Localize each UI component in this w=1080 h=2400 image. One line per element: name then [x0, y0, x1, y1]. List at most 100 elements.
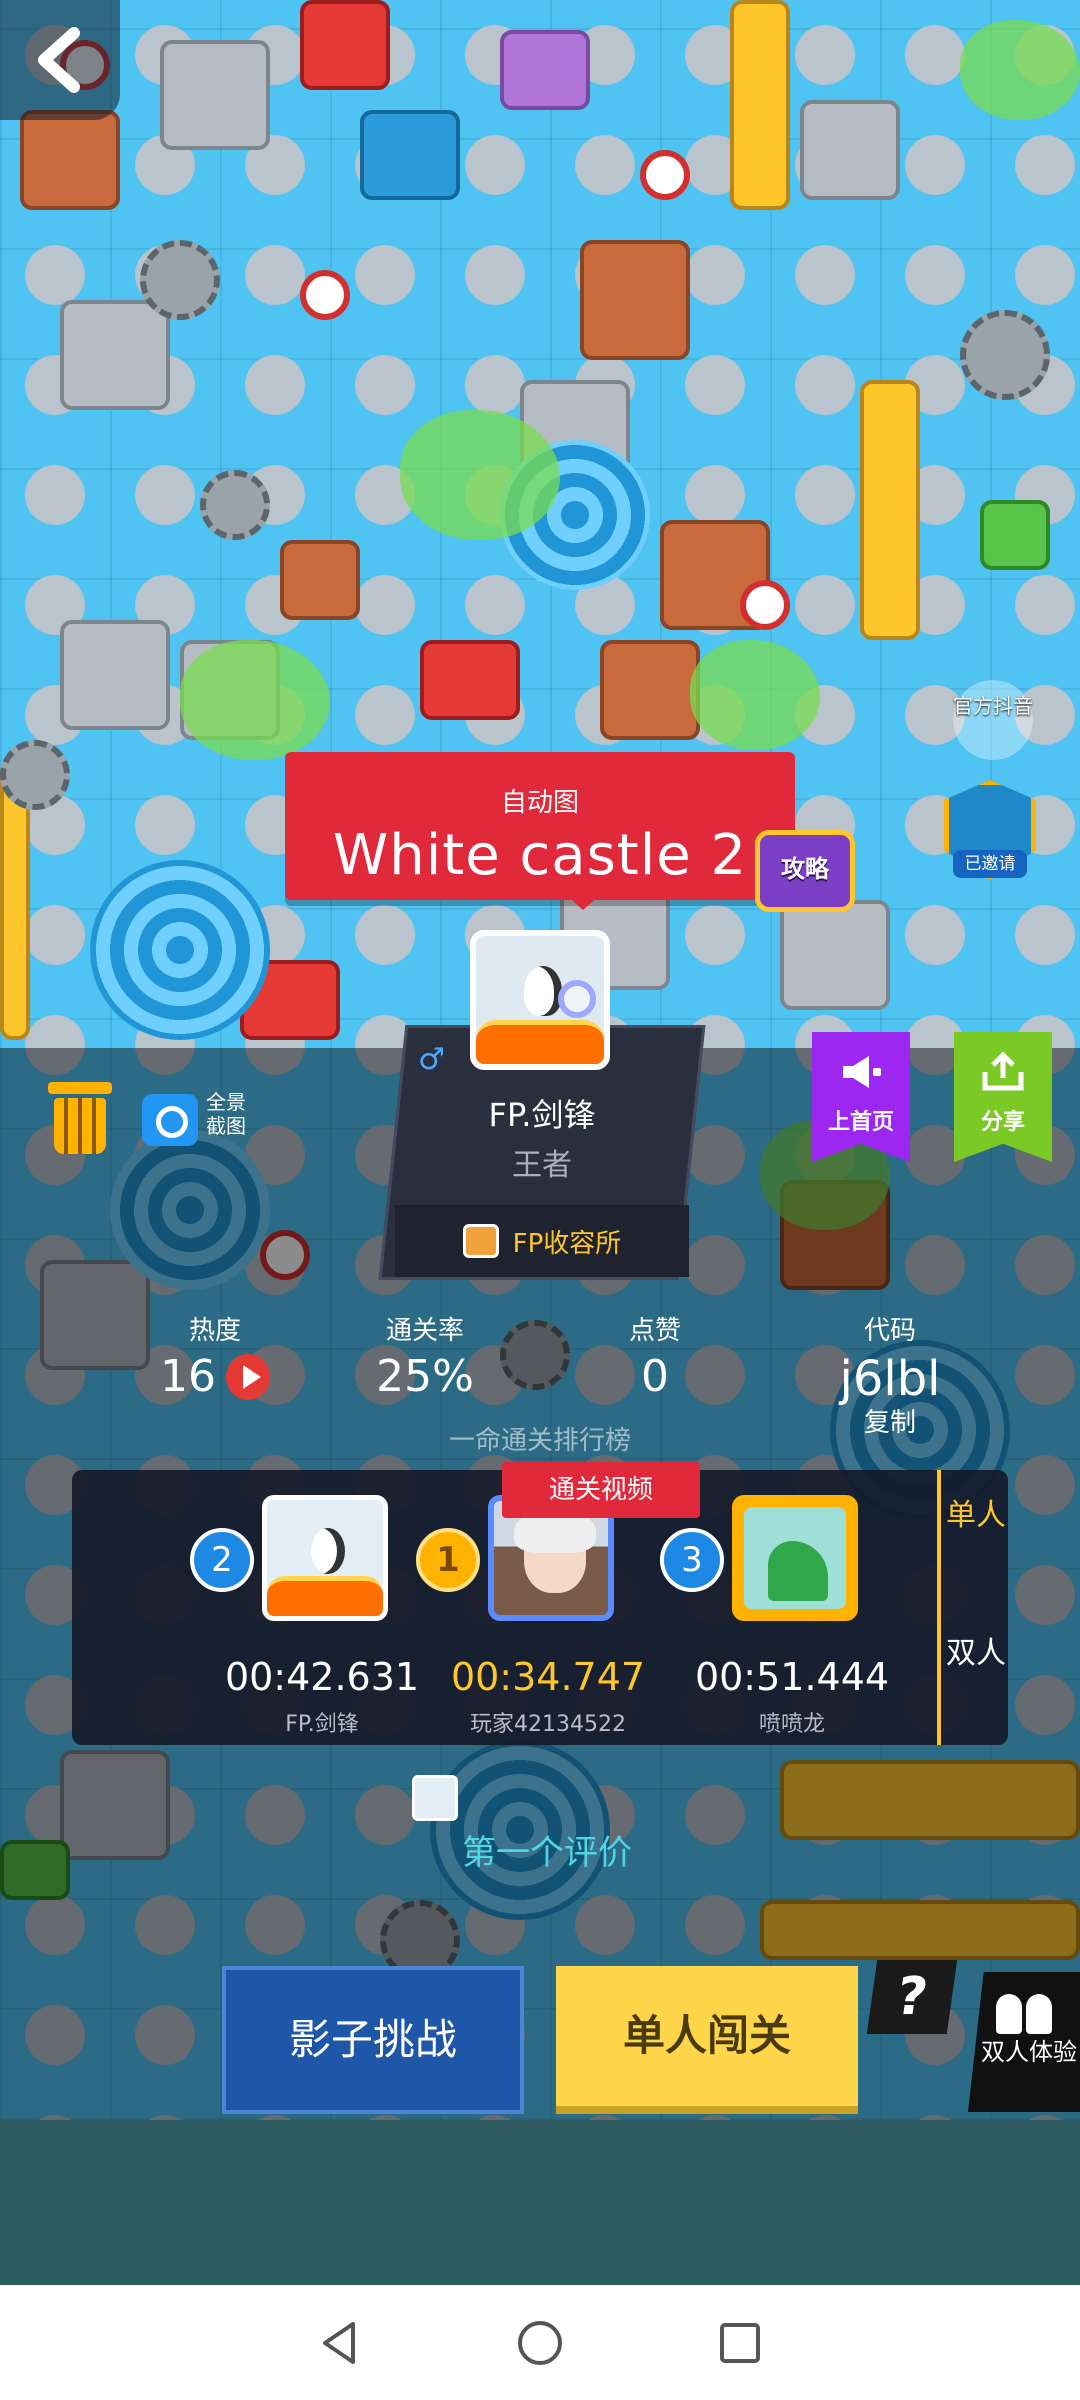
level-block	[730, 0, 790, 210]
level-block	[360, 110, 460, 200]
pass-rate-stat: 通关率 25%	[360, 1310, 490, 1402]
megaphone-icon	[843, 1056, 881, 1088]
homepage-button[interactable]: 上首页	[812, 1032, 910, 1162]
magnifier-icon	[558, 980, 596, 1018]
system-navigation-bar	[0, 2285, 1080, 2400]
clear-time: 00:51.444	[694, 1655, 890, 1699]
code-label: 代码	[863, 1316, 916, 1346]
level-subtitle: 自动图	[500, 788, 579, 818]
invited-label: 已邀请	[953, 850, 1027, 878]
heat-value: 16	[160, 1351, 216, 1402]
level-title: White castle 2	[332, 823, 748, 888]
heat-label: 热度	[188, 1316, 241, 1346]
rank-badge: 1	[416, 1528, 480, 1592]
rank-badge: 3	[660, 1528, 724, 1592]
avatar-frame	[267, 1576, 383, 1616]
likes-value: 0	[641, 1351, 669, 1402]
leaderboard-entry[interactable]: 3 00:51.444 喷喷龙	[660, 1470, 922, 1745]
level-block	[500, 30, 590, 110]
leaderboard-entry[interactable]: 2 00:42.631 FP.剑锋	[190, 1470, 452, 1745]
first-comment-link[interactable]: 第一个评价	[462, 1825, 632, 1874]
level-block	[300, 0, 390, 90]
player-avatar	[262, 1495, 388, 1621]
back-button[interactable]	[0, 0, 120, 120]
panorama-screenshot-button[interactable]: 全景截图	[142, 1090, 262, 1160]
club-icon	[462, 1224, 499, 1258]
trash-can-body	[54, 1098, 106, 1154]
solo-play-button[interactable]: 单人闯关	[556, 1966, 858, 2114]
player-name: 玩家42134522	[470, 1712, 626, 1737]
level-block	[580, 240, 690, 360]
clear-time: 00:42.631	[224, 1655, 420, 1699]
level-block	[600, 640, 700, 740]
trash-icon	[48, 1082, 112, 1094]
person-glyph	[996, 1994, 1022, 2034]
level-block	[60, 620, 170, 730]
level-block	[860, 380, 920, 640]
creator-name: FP.剑锋	[488, 1096, 596, 1134]
nav-home-icon[interactable]	[515, 2318, 565, 2368]
panorama-screenshot-label: 全景截图	[206, 1090, 246, 1138]
tab-two-player[interactable]: 双人	[944, 1608, 1008, 1744]
creator-avatar[interactable]	[470, 930, 610, 1070]
saw-blade	[960, 310, 1050, 400]
tab-single-player[interactable]: 单人	[944, 1470, 1008, 1606]
help-button[interactable]: ?	[866, 1960, 958, 2034]
invited-badge[interactable]: 已邀请	[935, 780, 1045, 900]
heat-stat: 热度 16	[160, 1310, 270, 1402]
camera-icon	[142, 1094, 198, 1146]
guide-button[interactable]: 攻略	[755, 830, 855, 912]
level-block	[60, 300, 170, 410]
shadow-challenge-button[interactable]: 影子挑战	[222, 1966, 524, 2114]
player-name: 喷喷龙	[758, 1712, 825, 1737]
player-avatar	[732, 1495, 858, 1621]
level-block	[800, 100, 900, 200]
saw-blade	[0, 740, 70, 810]
duo-trial-button[interactable]: 双人体验	[968, 1972, 1080, 2112]
spiral-portal	[90, 860, 270, 1040]
level-block	[780, 900, 890, 1010]
saw-blade	[200, 470, 270, 540]
person-glyph	[1026, 1994, 1052, 2034]
official-douyin-badge[interactable]: 官方抖音	[953, 680, 1033, 760]
share-button[interactable]: 分享	[954, 1032, 1052, 1162]
avatar-frame	[476, 1020, 604, 1064]
slime-blob	[400, 410, 560, 540]
slime-blob	[960, 20, 1080, 120]
nav-back-icon[interactable]	[315, 2318, 365, 2368]
share-icon	[982, 1051, 1024, 1091]
slime-blob	[690, 640, 820, 750]
level-block	[20, 110, 120, 210]
level-code-stat: 代码 j6lbl	[820, 1310, 960, 1407]
code-value: j6lbl	[839, 1351, 941, 1407]
bottom-band	[0, 2120, 1080, 2285]
leaderboard-title: 一命通关排行榜	[448, 1426, 631, 1456]
penguin-icon	[524, 966, 562, 1016]
clear-time: 00:34.747	[450, 1655, 646, 1699]
delete-button[interactable]	[48, 1082, 112, 1154]
tab-indicator	[937, 1470, 941, 1745]
player-name: FP.剑锋	[285, 1712, 359, 1737]
nav-recents-icon[interactable]	[715, 2318, 765, 2368]
level-block	[980, 500, 1050, 570]
commenter-avatar	[412, 1775, 458, 1821]
level-block	[280, 540, 360, 620]
pass-rate-value: 25%	[376, 1351, 474, 1402]
level-title-ribbon: 自动图 White castle 2	[285, 752, 795, 910]
mine-hazard	[740, 580, 790, 630]
level-block	[420, 640, 520, 720]
saw-blade	[140, 240, 220, 320]
creator-rank: 王者	[512, 1148, 572, 1183]
play-icon[interactable]	[226, 1353, 270, 1400]
clear-video-button[interactable]: 通关视频	[502, 1462, 700, 1518]
club-name: FP收容所	[512, 1228, 622, 1259]
likes-stat: 点赞 0	[610, 1310, 700, 1402]
creator-club[interactable]: FP收容所	[395, 1205, 689, 1277]
level-block	[160, 40, 270, 150]
slime-blob	[180, 640, 330, 760]
male-icon: ♂	[418, 1042, 445, 1077]
pass-rate-label: 通关率	[385, 1316, 464, 1346]
back-arrow-icon	[38, 27, 80, 93]
rank-badge: 2	[190, 1528, 254, 1592]
likes-label: 点赞	[628, 1316, 681, 1346]
